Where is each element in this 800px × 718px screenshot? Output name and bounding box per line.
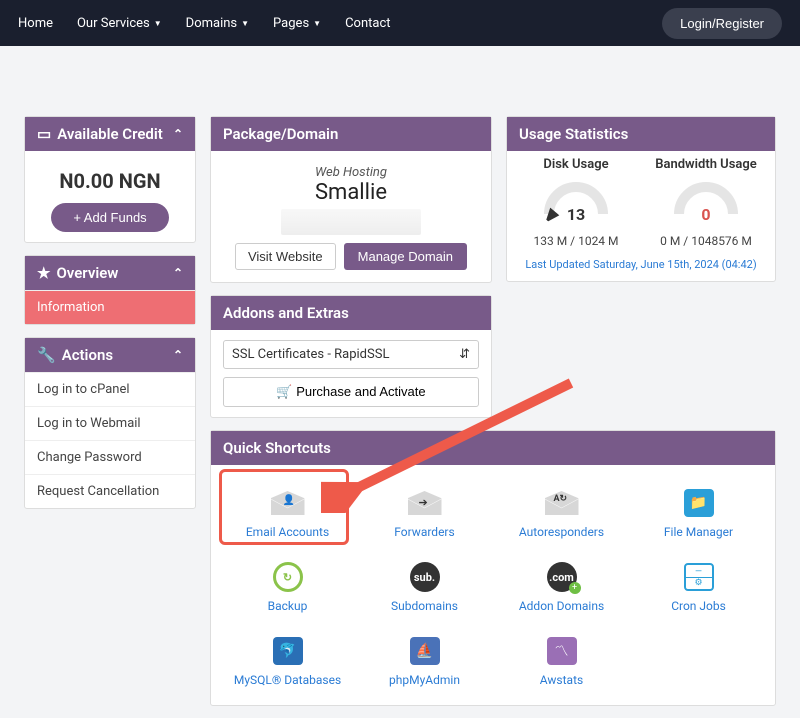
shortcut-label: MySQL® Databases <box>223 673 352 687</box>
package-panel: Package/Domain Web Hosting Smallie Visit… <box>210 116 492 283</box>
shortcut-backup[interactable]: ↻ Backup <box>219 553 356 627</box>
nav-contact[interactable]: Contact <box>345 16 390 31</box>
star-icon: ★ <box>37 264 50 282</box>
com-circle-icon: .com+ <box>542 559 582 595</box>
collapse-icon[interactable]: ⌃ <box>173 127 183 141</box>
action-password[interactable]: Change Password <box>25 440 195 474</box>
credit-card-icon: ▭ <box>37 125 51 143</box>
top-nav: Home Our Services ▼ Domains ▼ Pages ▼ Conta… <box>0 0 800 46</box>
manage-domain-button[interactable]: Manage Domain <box>344 243 467 270</box>
addons-title: Addons and Extras <box>223 304 349 322</box>
wrench-icon: 🔧 <box>37 346 56 364</box>
package-name: Smallie <box>223 180 479 205</box>
nav-home[interactable]: Home <box>18 16 53 31</box>
credit-balance: N0.00 NGN <box>37 161 183 203</box>
collapse-icon[interactable]: ⌃ <box>173 266 183 280</box>
actions-panel: 🔧 Actions ⌃ Log in to cPanel Log in to We… <box>24 337 196 509</box>
actions-title: Actions <box>62 346 113 364</box>
shortcut-label: Forwarders <box>360 525 489 539</box>
action-cancel[interactable]: Request Cancellation <box>25 474 195 508</box>
shortcuts-title: Quick Shortcuts <box>223 439 331 457</box>
shortcut-addon-domains[interactable]: .com+ Addon Domains <box>493 553 630 627</box>
overview-panel: ★ Overview ⌃ Information <box>24 255 196 325</box>
envelope-aa-icon: A↻ <box>542 485 582 521</box>
bandwidth-sub: 0 M / 1048576 M <box>641 234 771 248</box>
shortcut-label: Awstats <box>497 673 626 687</box>
folder-blue-icon: 📁 <box>679 485 719 521</box>
shortcut-subdomains[interactable]: sub. Subdomains <box>356 553 493 627</box>
shortcut-label: Backup <box>223 599 352 613</box>
disk-usage-title: Disk Usage <box>511 157 641 172</box>
highlight-box <box>219 469 349 545</box>
refresh-green-icon: ↻ <box>268 559 308 595</box>
package-title: Package/Domain <box>223 125 338 143</box>
shortcut-autoresponders[interactable]: A↻ Autoresponders <box>493 479 630 553</box>
purchase-activate-button[interactable]: 🛒 Purchase and Activate <box>223 377 479 407</box>
shortcut-phpmyadmin[interactable]: ⛵ phpMyAdmin <box>356 627 493 701</box>
add-funds-button[interactable]: + Add Funds <box>51 203 168 232</box>
usage-updated: Last Updated Saturday, June 15th, 2024 (… <box>507 250 775 281</box>
disk-value: 13 <box>541 205 611 224</box>
action-cpanel[interactable]: Log in to cPanel <box>25 372 195 406</box>
shortcut-label: Addon Domains <box>497 599 626 613</box>
addons-panel: Addons and Extras SSL Certificates - Rap… <box>210 295 492 418</box>
usage-panel: Usage Statistics Disk Usage 13 133 M / 1… <box>506 116 776 282</box>
nav-domains[interactable]: Domains ▼ <box>186 16 249 31</box>
nav-services[interactable]: Our Services ▼ <box>77 16 162 31</box>
package-type: Web Hosting <box>223 165 479 180</box>
nav-pages[interactable]: Pages ▼ <box>273 16 321 31</box>
disk-sub: 133 M / 1024 M <box>511 234 641 248</box>
overview-title: Overview <box>56 264 118 282</box>
credit-title: Available Credit <box>57 125 163 143</box>
shortcut-label: File Manager <box>634 525 763 539</box>
shortcut-mysql-databases[interactable]: 🐬 MySQL® Databases <box>219 627 356 701</box>
nav-domains-label: Domains <box>186 16 237 31</box>
shortcut-forwarders[interactable]: ➔ Forwarders <box>356 479 493 553</box>
nav-pages-label: Pages <box>273 16 309 31</box>
available-credit-panel: ▭ Available Credit ⌃ N0.00 NGN + Add Fund… <box>24 116 196 243</box>
shortcut-label: Autoresponders <box>497 525 626 539</box>
db-blue-icon: 🐬 <box>268 633 308 669</box>
shortcut-label: Subdomains <box>360 599 489 613</box>
shortcuts-panel: Quick Shortcuts 👤Email Accounts➔Forwarde… <box>210 430 776 706</box>
pma-blue-icon: ⛵ <box>405 633 445 669</box>
login-register-button[interactable]: Login/Register <box>662 8 782 39</box>
shortcut-file-manager[interactable]: 📁 File Manager <box>630 479 767 553</box>
usage-title: Usage Statistics <box>519 125 628 143</box>
caret-icon: ▼ <box>241 19 249 28</box>
envelope-arrow-icon: ➔ <box>405 485 445 521</box>
nav-services-label: Our Services <box>77 16 150 31</box>
overview-information[interactable]: Information <box>25 290 195 324</box>
shortcut-label: phpMyAdmin <box>360 673 489 687</box>
bandwidth-usage-title: Bandwidth Usage <box>641 157 771 172</box>
shortcut-label: Cron Jobs <box>634 599 763 613</box>
package-domain-placeholder <box>281 209 421 235</box>
shortcut-awstats[interactable]: 〽 Awstats <box>493 627 630 701</box>
caret-icon: ▼ <box>154 19 162 28</box>
calendar-icon: —⚙ <box>679 559 719 595</box>
collapse-icon[interactable]: ⌃ <box>173 348 183 362</box>
bandwidth-value: 0 <box>671 205 741 224</box>
disk-gauge: 13 <box>541 178 611 228</box>
action-webmail[interactable]: Log in to Webmail <box>25 406 195 440</box>
visit-website-button[interactable]: Visit Website <box>235 243 336 270</box>
sub-circle-icon: sub. <box>405 559 445 595</box>
bandwidth-gauge: 0 <box>671 178 741 228</box>
stats-purple-icon: 〽 <box>542 633 582 669</box>
shortcut-cron-jobs[interactable]: —⚙ Cron Jobs <box>630 553 767 627</box>
addon-select[interactable]: SSL Certificates - RapidSSL <box>223 340 479 369</box>
caret-icon: ▼ <box>313 19 321 28</box>
